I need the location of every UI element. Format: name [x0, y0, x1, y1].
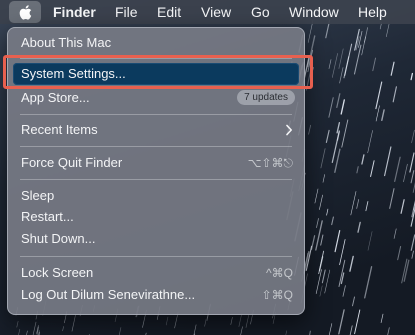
menu-item-label: About This Mac — [21, 35, 112, 50]
menu-item-app-store[interactable]: App Store... 7 updates — [13, 87, 299, 109]
apple-menu-button[interactable] — [9, 1, 41, 23]
menu-item-label: Lock Screen — [21, 265, 94, 280]
menubar-file[interactable]: File — [115, 4, 138, 20]
menubar-view[interactable]: View — [201, 4, 231, 20]
menu-separator — [20, 179, 292, 180]
menubar-window[interactable]: Window — [289, 4, 339, 20]
menu-separator — [20, 146, 292, 147]
menu-bar: Finder File Edit View Go Window Help — [0, 0, 415, 24]
menu-item-label: Shut Down... — [21, 231, 96, 246]
apple-logo-icon — [19, 5, 32, 20]
menu-item-log-out[interactable]: Log Out Dilum Senevirathne... ⇧⌘Q — [13, 284, 299, 306]
menu-item-recent-items[interactable]: Recent Items — [13, 119, 299, 141]
menu-item-restart[interactable]: Restart... — [13, 206, 299, 228]
menu-item-sleep[interactable]: Sleep — [13, 185, 299, 207]
menu-item-label: Recent Items — [21, 122, 98, 137]
menu-item-shut-down[interactable]: Shut Down... — [13, 228, 299, 250]
menu-item-label: Force Quit Finder — [21, 155, 123, 170]
menubar-help[interactable]: Help — [358, 4, 387, 20]
menu-item-label: Log Out Dilum Senevirathne... — [21, 287, 196, 302]
keyboard-shortcut: ^⌘Q — [266, 266, 293, 280]
menubar-app-finder[interactable]: Finder — [53, 4, 96, 20]
keyboard-shortcut: ⇧⌘Q — [261, 288, 293, 302]
menu-item-label: App Store... — [21, 90, 90, 105]
menu-item-force-quit[interactable]: Force Quit Finder ⌥⇧⌘⎋ — [13, 152, 299, 174]
menu-separator — [20, 114, 292, 115]
chevron-right-icon — [286, 124, 292, 136]
keyboard-shortcut: ⌥⇧⌘⎋ — [247, 156, 293, 170]
menubar-edit[interactable]: Edit — [157, 4, 181, 20]
menu-item-label: Sleep — [21, 188, 55, 203]
menu-item-lock-screen[interactable]: Lock Screen ^⌘Q — [13, 262, 299, 284]
menu-item-label: Restart... — [21, 209, 74, 224]
updates-badge: 7 updates — [237, 90, 295, 105]
menubar-go[interactable]: Go — [251, 4, 270, 20]
annotation-highlight-box — [3, 55, 313, 89]
menu-separator — [20, 256, 292, 257]
menu-item-about-this-mac[interactable]: About This Mac — [13, 32, 299, 54]
